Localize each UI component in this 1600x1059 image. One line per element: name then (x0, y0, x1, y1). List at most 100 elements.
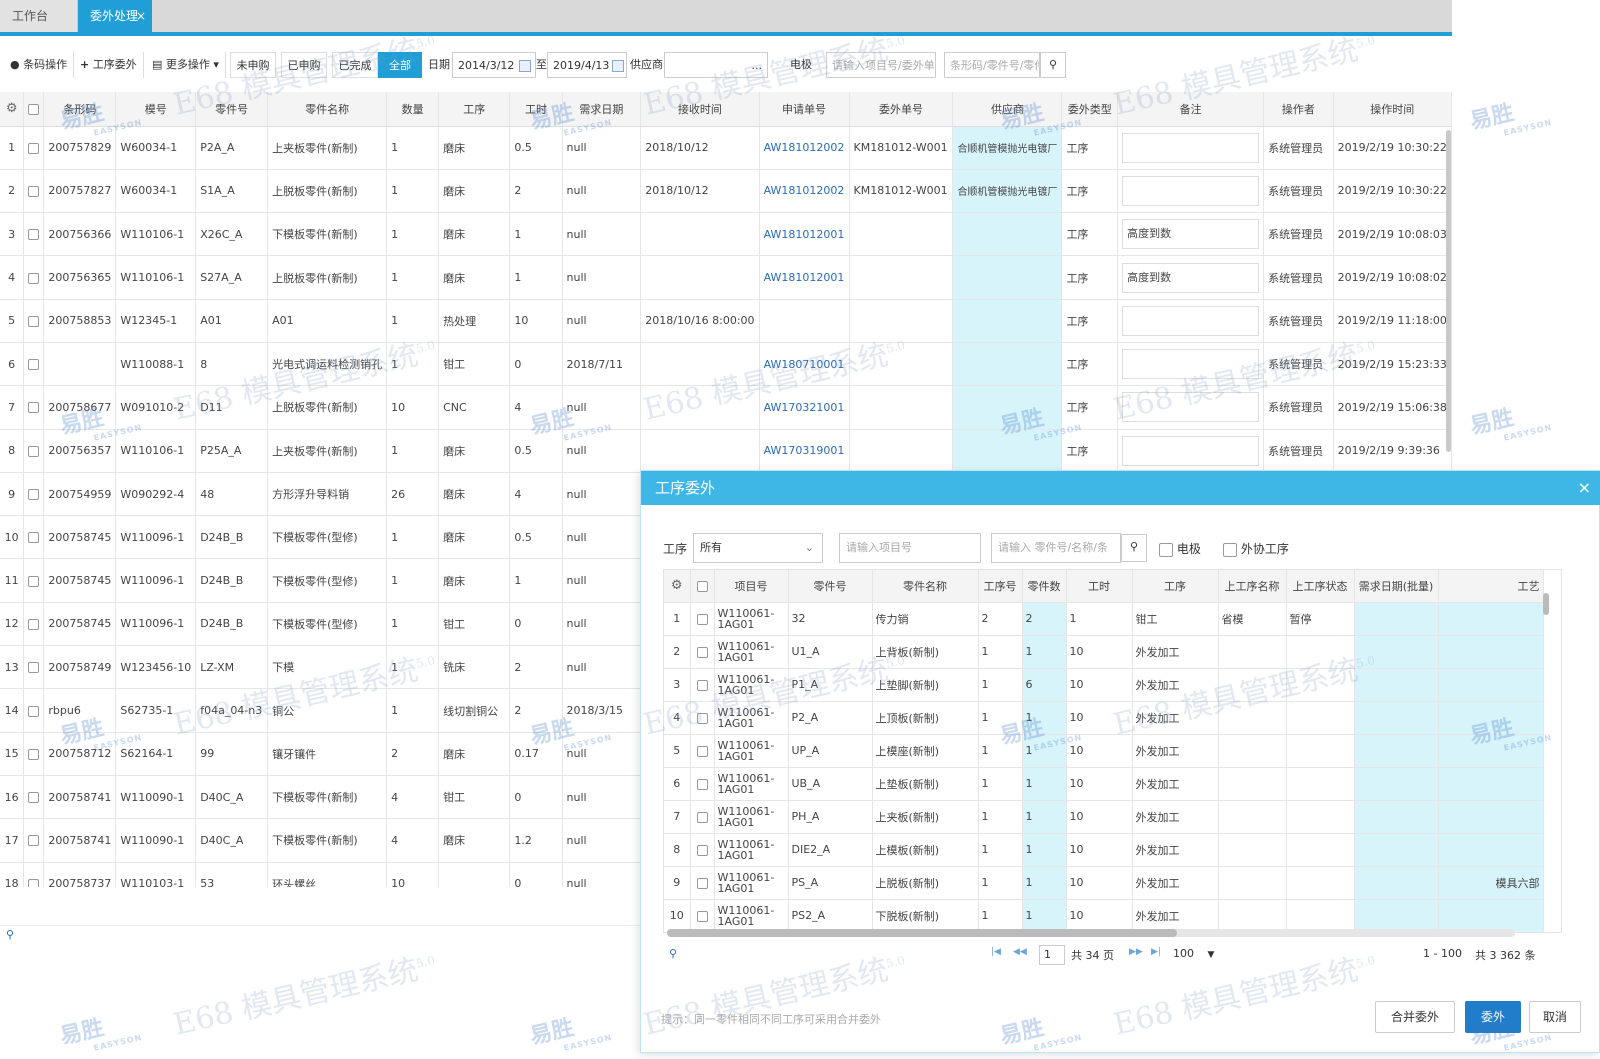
cell-remark[interactable] (1117, 299, 1265, 343)
row-checkbox[interactable] (690, 767, 715, 801)
remark-input[interactable] (1122, 175, 1260, 206)
remark-input[interactable] (1122, 435, 1260, 466)
row-checkbox[interactable] (23, 558, 45, 603)
cancel-button[interactable]: 取消 (1529, 1001, 1581, 1033)
cell-part-count[interactable]: 2 (1022, 602, 1067, 636)
search-icon[interactable]: ⚲ (1121, 534, 1147, 562)
external-checkbox-box[interactable] (1223, 542, 1237, 557)
col-header[interactable]: 工序号 (978, 570, 1023, 603)
row-checkbox[interactable] (690, 602, 715, 636)
filter-not-requested[interactable]: 未申购 (230, 52, 276, 78)
remark-input[interactable] (1122, 305, 1260, 336)
col-header[interactable]: 工序 (438, 92, 511, 127)
cell-part-count[interactable]: 1 (1022, 833, 1067, 867)
search-icon[interactable]: ⚲ (1040, 52, 1066, 78)
remark-input[interactable] (1122, 392, 1260, 423)
cell-need-date[interactable] (1354, 635, 1439, 669)
filter-completed[interactable]: 已完成 (332, 52, 378, 78)
row-checkbox[interactable] (23, 429, 45, 473)
table-row[interactable]: 1 200757829 W60034-1 P2A_A 上夹板零件(新制) 1 磨床 0.5 nu… (0, 126, 1452, 170)
external-process-checkbox[interactable]: 外协工序 (1223, 535, 1289, 563)
col-header[interactable]: 需求日期 (562, 92, 642, 127)
supplier-more-button[interactable]: ... (752, 59, 763, 72)
barcode-search-input[interactable]: 条形码/零件号/零件 (944, 52, 1040, 78)
col-header[interactable]: 申请单号 (759, 92, 850, 127)
col-header[interactable]: 条形码 (43, 92, 117, 127)
table-row[interactable]: 5 W110061-1AG01 UP_A 上模座(新制) 1 1 10 外发加工 (664, 734, 1544, 768)
barcode-op-button[interactable]: ● 条码操作 (4, 52, 75, 78)
zoom-search-icon[interactable]: ⚲ (669, 947, 677, 960)
cell-need-date[interactable] (1354, 701, 1439, 735)
row-checkbox[interactable] (23, 732, 45, 776)
cell-part-count[interactable]: 1 (1022, 635, 1067, 669)
col-header[interactable]: 操作时间 (1333, 92, 1452, 127)
col-header[interactable]: 零件名称 (267, 92, 388, 127)
col-header[interactable]: 操作者 (1263, 92, 1334, 127)
row-checkbox[interactable] (23, 688, 45, 733)
col-header[interactable]: 上工序名称 (1218, 570, 1287, 603)
row-checkbox[interactable] (23, 515, 45, 560)
col-header[interactable]: 工时 (1066, 570, 1133, 603)
supplier-input[interactable]: ... (664, 52, 768, 78)
column-settings-icon[interactable]: ⚙ (0, 92, 25, 127)
col-header[interactable]: 零件数 (1022, 570, 1067, 603)
cell-remark[interactable]: 高度到数 (1117, 212, 1265, 257)
row-checkbox[interactable] (690, 701, 715, 735)
cell-request-no[interactable]: AW181012001 (759, 212, 850, 257)
date-to-input[interactable]: 2019/4/13 (547, 52, 627, 78)
page-size-select[interactable]: 100 ▼ (1173, 947, 1214, 960)
column-settings-icon[interactable]: ⚙ (664, 570, 691, 603)
cell-need-date[interactable] (1354, 800, 1439, 834)
electrode-checkbox-box[interactable] (1159, 542, 1173, 557)
calendar-icon[interactable] (612, 60, 624, 72)
row-checkbox[interactable] (23, 255, 45, 300)
col-header[interactable]: 模号 (115, 92, 197, 127)
table-row[interactable]: 9 W110061-1AG01 PS_A 上脱板(新制) 1 1 10 外发加工 模具六部 (664, 866, 1544, 900)
remark-input[interactable]: 高度到数 (1122, 262, 1260, 293)
row-checkbox[interactable] (23, 602, 45, 647)
row-checkbox[interactable] (690, 668, 715, 702)
select-all-checkbox[interactable] (23, 92, 45, 127)
row-checkbox[interactable] (23, 862, 45, 887)
col-header[interactable]: 工序 (1132, 570, 1219, 603)
date-from-input[interactable]: 2014/3/12 (452, 52, 536, 78)
page-number-input[interactable]: 1 (1039, 945, 1065, 965)
col-header[interactable]: 项目号 (714, 570, 789, 603)
cell-part-count[interactable]: 1 (1022, 701, 1067, 735)
col-header[interactable]: 工时 (509, 92, 563, 127)
table-row[interactable]: 2 W110061-1AG01 U1_A 上背板(新制) 1 1 10 外发加工 (664, 635, 1544, 669)
cell-remark[interactable] (1117, 429, 1265, 473)
table-row[interactable]: 8 200756357 W110106-1 P25A_A 上夹板零件(新制) 1 磨床 0.5… (0, 429, 1452, 473)
row-checkbox[interactable] (690, 635, 715, 669)
cell-need-date[interactable] (1354, 899, 1439, 932)
cell-request-no[interactable]: AW181012001 (759, 255, 850, 300)
col-header[interactable]: 需求日期(批量) (1354, 570, 1439, 603)
row-checkbox[interactable] (690, 800, 715, 834)
cell-need-date[interactable] (1354, 734, 1439, 768)
cell-part-count[interactable]: 1 (1022, 899, 1067, 932)
dialog-vertical-scrollbar[interactable] (1543, 593, 1549, 615)
table-row[interactable]: 8 W110061-1AG01 DIE2_A 上模板(新制) 1 1 10 外发加工 (664, 833, 1544, 867)
table-row[interactable]: 7 W110061-1AG01 PH_A 上夹板(新制) 1 1 10 外发加工 (664, 800, 1544, 834)
outsource-button[interactable]: 委外 (1465, 1001, 1521, 1033)
row-checkbox[interactable] (23, 645, 45, 690)
remark-input[interactable]: 高度到数 (1122, 219, 1260, 250)
col-header[interactable]: 委外单号 (849, 92, 954, 127)
cell-part-count[interactable]: 6 (1022, 668, 1067, 702)
table-row[interactable]: 3 W110061-1AG01 P1_A 上垫脚(新制) 1 6 10 外发加工 (664, 668, 1544, 702)
cell-need-date[interactable] (1354, 668, 1439, 702)
row-checkbox[interactable] (690, 866, 715, 900)
row-checkbox[interactable] (23, 299, 45, 343)
electrode-checkbox[interactable]: 电极 (1159, 535, 1201, 563)
table-row[interactable]: 5 200758853 W12345-1 A01 A01 1 热处理 10 null 2018/1… (0, 299, 1452, 343)
row-checkbox[interactable] (690, 734, 715, 768)
table-row[interactable]: 7 200758677 W091010-2 D11 上脱板零件(新制) 10 CNC 4 nul… (0, 385, 1452, 430)
cell-request-no[interactable]: AW181012002 (759, 169, 850, 214)
cell-need-date[interactable] (1354, 866, 1439, 900)
dialog-horizontal-scrollbar[interactable] (667, 929, 1515, 937)
col-header[interactable]: 零件号 (788, 570, 873, 603)
row-checkbox[interactable] (23, 212, 45, 257)
scrollbar-thumb[interactable] (667, 929, 1177, 937)
cell-request-no[interactable]: AW180710001 (759, 342, 850, 387)
col-header[interactable]: 委外类型 (1061, 92, 1119, 127)
